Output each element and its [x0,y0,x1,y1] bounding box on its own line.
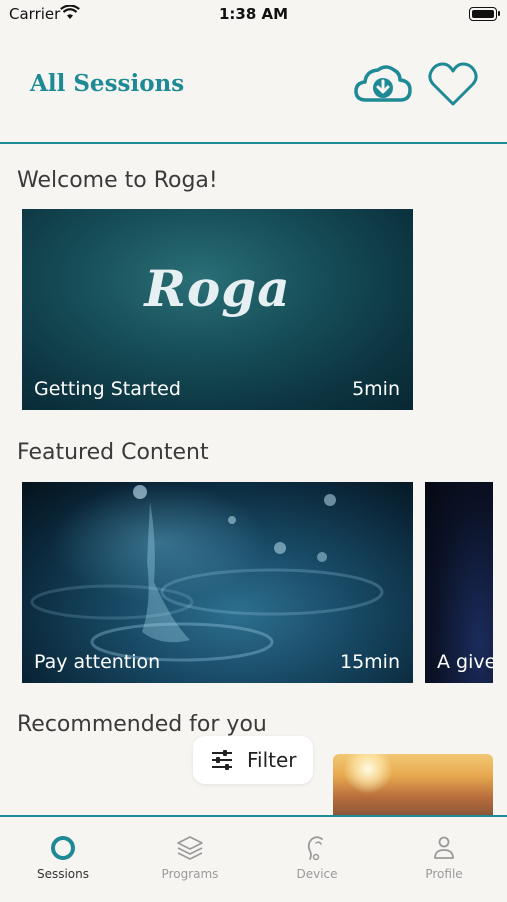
tab-programs[interactable]: Programs [127,817,253,902]
page-title: All Sessions [30,70,185,97]
filter-button[interactable]: Filter [193,736,313,784]
tab-label: Programs [161,867,219,881]
roga-logo: Roga [144,259,291,318]
tab-sessions[interactable]: Sessions [0,817,126,902]
filter-label: Filter [247,748,297,772]
ear-icon [307,836,323,861]
status-bar: Carrier 1:38 AM [0,0,507,30]
header: All Sessions [0,40,507,144]
circle-icon [51,836,75,860]
card-duration: 15min [339,651,400,673]
tab-bar: Sessions Programs Device Profile [0,815,507,902]
recommended-card[interactable] [333,754,493,816]
download-button[interactable] [352,60,414,106]
featured-card-pay-attention[interactable]: Pay attention 15min [22,482,413,683]
recommended-heading: Recommended for you [17,712,267,737]
sliders-icon [212,750,232,770]
featured-heading: Featured Content [17,440,209,465]
heart-icon [428,62,478,106]
card-title: Getting Started [34,378,181,400]
battery-icon [469,7,500,21]
featured-card-next[interactable]: A give [425,482,493,683]
status-time: 1:38 AM [218,5,289,23]
cloud-download-icon [354,65,412,102]
card-duration: 5min [352,378,400,400]
tab-device[interactable]: Device [254,817,380,902]
tab-label: Sessions [36,867,90,881]
layers-icon [177,836,203,860]
header-divider [0,142,507,144]
card-title: Pay attention [34,651,161,673]
card-title: A give [437,651,493,673]
getting-started-card[interactable]: Roga Getting Started 5min [22,209,413,410]
favorites-button[interactable] [426,60,480,110]
tab-label: Device [296,867,338,881]
person-icon [434,836,454,859]
tab-profile[interactable]: Profile [381,817,507,902]
welcome-heading: Welcome to Roga! [17,168,218,193]
tab-label: Profile [425,867,463,881]
